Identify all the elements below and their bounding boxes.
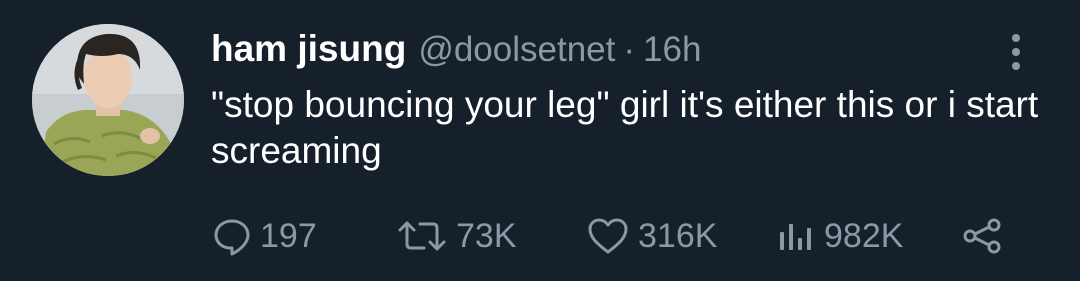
share-button[interactable] <box>960 214 1004 258</box>
reply-icon <box>214 219 250 256</box>
avatar-photo <box>32 24 184 176</box>
separator-dot: · <box>623 30 636 69</box>
avatar[interactable] <box>32 24 184 176</box>
views-button[interactable]: 982K <box>776 214 903 258</box>
like-icon <box>588 218 628 254</box>
tweet: ham jisung @doolsetnet · 16h "stop bounc… <box>0 0 1080 281</box>
tweet-timestamp[interactable]: 16h <box>643 30 701 70</box>
author-handle[interactable]: @doolsetnet <box>418 30 615 70</box>
retweet-icon <box>398 221 446 251</box>
tweet-actions: 197 73K 316K 982K <box>212 214 1012 258</box>
tweet-text: "stop bouncing your leg" girl it's eithe… <box>211 84 1039 171</box>
views-icon <box>780 224 811 250</box>
tweet-header: ham jisung @doolsetnet · 16h <box>211 28 701 74</box>
like-count: 316K <box>638 216 718 255</box>
reply-count: 197 <box>260 216 317 255</box>
author-name[interactable]: ham jisung <box>211 28 406 70</box>
more-options-button[interactable] <box>1006 32 1026 72</box>
retweet-count: 73K <box>456 216 517 255</box>
reply-button[interactable]: 197 <box>212 214 317 258</box>
views-count: 982K <box>824 216 904 255</box>
more-vertical-icon <box>1012 34 1020 70</box>
retweet-button[interactable]: 73K <box>396 214 517 258</box>
share-icon <box>963 218 1001 254</box>
like-button[interactable]: 316K <box>586 214 717 258</box>
